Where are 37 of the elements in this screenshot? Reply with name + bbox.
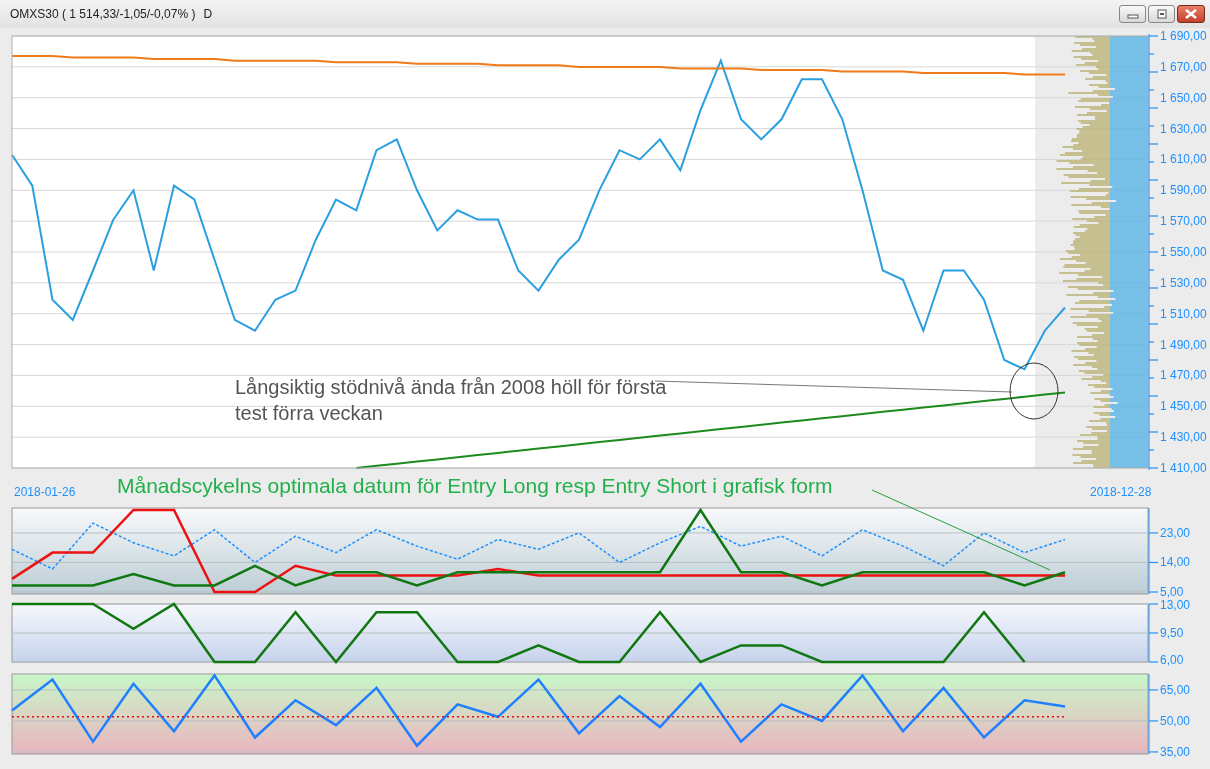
highlight-ellipse bbox=[1009, 362, 1059, 420]
axis-label: 6,00 bbox=[1160, 653, 1184, 666]
axis-label: 1 450,00 bbox=[1160, 399, 1207, 414]
axis-label: 1 430,00 bbox=[1160, 430, 1207, 445]
axis-label: 1 630,00 bbox=[1160, 121, 1207, 136]
annotation-text: Långsiktig stödnivå ända från 2008 höll för första test förra veckan bbox=[235, 375, 668, 426]
start-date-label: 2018-01-26 bbox=[14, 485, 76, 499]
window-title: OMXS30 ( 1 514,33/-1,05/-0,07% ) bbox=[10, 7, 196, 21]
close-icon bbox=[1184, 9, 1198, 19]
y-axis bbox=[1148, 603, 1159, 663]
axis-label: 14,00 bbox=[1160, 555, 1191, 570]
axis-label: 5,00 bbox=[1160, 585, 1184, 598]
axis-label: 1 550,00 bbox=[1160, 245, 1207, 259]
axis-label: 50,00 bbox=[1160, 713, 1191, 728]
close-button[interactable] bbox=[1177, 5, 1205, 23]
axis-label: 9,50 bbox=[1160, 626, 1184, 640]
axis-label: 1 650,00 bbox=[1160, 90, 1207, 105]
maximize-button[interactable] bbox=[1148, 5, 1175, 23]
axis-label: 65,00 bbox=[1160, 682, 1191, 697]
axis-label: 1 590,00 bbox=[1160, 183, 1207, 198]
axis-label: 1 410,00 bbox=[1160, 461, 1207, 475]
axis-label: 1 610,00 bbox=[1160, 152, 1207, 167]
axis-label: 23,00 bbox=[1160, 525, 1191, 540]
axis-label: 1 670,00 bbox=[1160, 59, 1207, 74]
restore-icon bbox=[1154, 9, 1169, 19]
cycle-caption: Månadscykelns optimala datum för Entry Long resp Entry Short i grafisk form bbox=[117, 474, 833, 498]
axis-label: 1 490,00 bbox=[1160, 337, 1207, 352]
minimize-button[interactable] bbox=[1119, 5, 1146, 23]
axis-label: 1 470,00 bbox=[1160, 368, 1207, 383]
axis-label: 35,00 bbox=[1160, 744, 1191, 759]
period-label: D bbox=[203, 7, 213, 21]
axis-label: 13,00 bbox=[1160, 598, 1191, 612]
axis-label: 1 690,00 bbox=[1160, 29, 1207, 43]
axis-label: 1 530,00 bbox=[1160, 275, 1207, 290]
axis-label: 1 510,00 bbox=[1160, 306, 1207, 321]
end-date-label: 2018-12-28 bbox=[1090, 485, 1152, 499]
axis-label: 1 570,00 bbox=[1160, 214, 1207, 229]
